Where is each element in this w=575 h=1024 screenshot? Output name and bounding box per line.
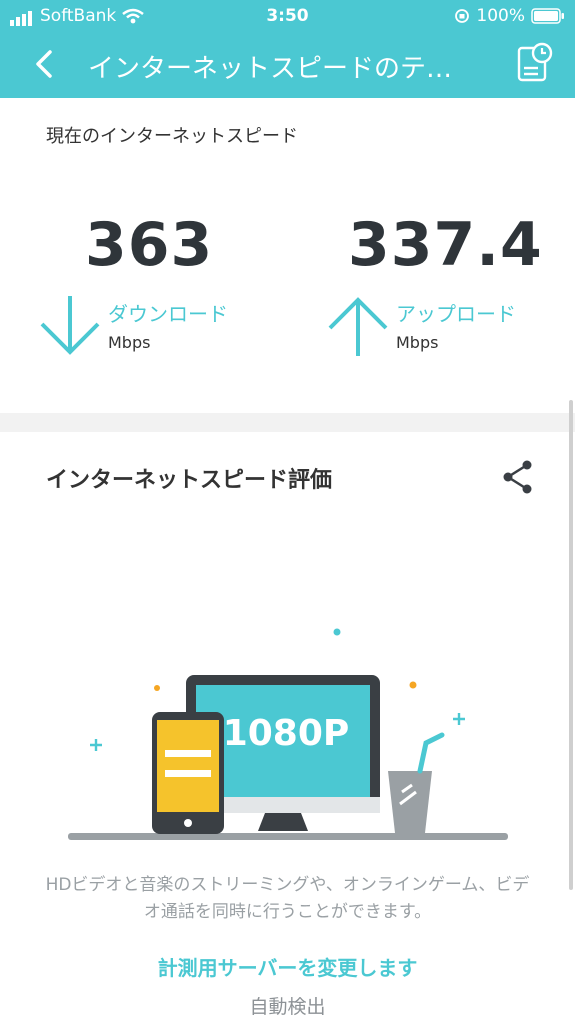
evaluation-description: HDビデオと音楽のストリーミングや、オンラインゲーム、ビデオ通話を同時に行うこと… — [45, 875, 530, 922]
app-header: SoftBank 3:50 100% インターネットスピードのテ… — [0, 0, 575, 98]
evaluation-title: インターネットスピード評価 — [46, 468, 333, 493]
download-speed-value: 363 — [85, 210, 214, 280]
download-label: ダウンロード — [108, 302, 228, 326]
server-mode-text: 自動検出 — [249, 996, 326, 1018]
current-speed-card: 現在のインターネットスピード 363 ダウンロード Mbps 337.4 アップ… — [0, 98, 575, 413]
illustration-resolution-text: 1080P — [223, 713, 350, 754]
scrollbar[interactable] — [569, 400, 573, 890]
status-bar: SoftBank 3:50 100% — [0, 6, 575, 26]
back-chevron-icon[interactable] — [30, 46, 60, 82]
download-unit: Mbps — [108, 333, 151, 352]
upload-speed-value: 337.4 — [348, 210, 543, 280]
download-arrow-icon — [40, 296, 100, 355]
upload-unit: Mbps — [396, 333, 439, 352]
streaming-illustration: 1080P — [68, 628, 508, 840]
history-icon[interactable] — [517, 42, 553, 82]
share-icon[interactable] — [501, 458, 535, 496]
battery-icon — [531, 8, 564, 24]
rotation-lock-icon — [455, 9, 470, 23]
page-title: インターネットスピードのテ… — [88, 54, 453, 84]
speed-evaluation-card: インターネットスピード評価 1080P HDビデオと音楽のストリーミングや、オン — [0, 432, 575, 1024]
nav-bar: インターネットスピードのテ… — [0, 40, 575, 90]
upload-arrow-icon — [328, 297, 388, 356]
battery-percent: 100% — [476, 6, 525, 26]
upload-label: アップロード — [396, 302, 516, 326]
current-speed-label: 現在のインターネットスピード — [46, 126, 298, 147]
change-server-link[interactable]: 計測用サーバーを変更します — [0, 952, 575, 981]
